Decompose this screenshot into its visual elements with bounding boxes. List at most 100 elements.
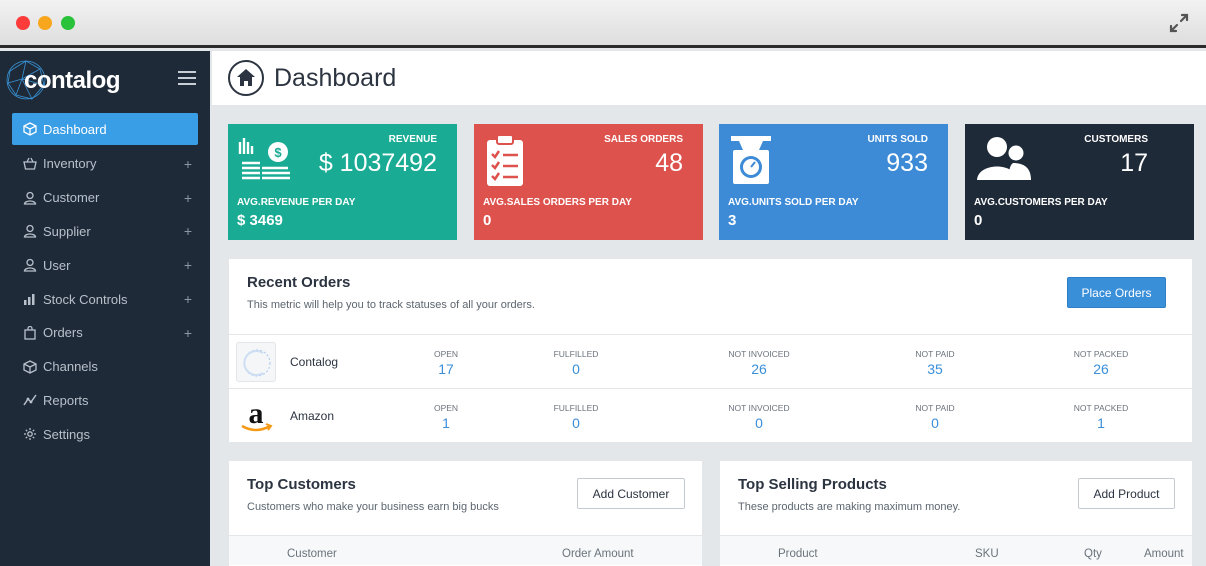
expand-plus-icon[interactable]: + [184,325,192,341]
bag-icon [23,325,37,340]
menu-toggle-icon[interactable] [178,71,196,85]
table-row[interactable]: a Amazon OPEN 1 FULFILLED 0 NOT INVOICED 0 NOT P… [229,388,1194,442]
add-customer-button[interactable]: Add Customer [577,478,685,509]
metric-value[interactable]: 0 [531,415,621,431]
user-icon [23,258,37,272]
order-metric-fulfilled[interactable]: FULFILLED 0 [531,403,621,431]
place-orders-button[interactable]: Place Orders [1067,277,1166,308]
column-header-order-amount[interactable]: Order Amount [562,548,634,560]
expand-plus-icon[interactable]: + [184,291,192,307]
column-header-customer[interactable]: Customer [287,548,337,560]
amazon-logo-icon: a [236,396,276,436]
sidebar-item-label: Stock Controls [43,291,128,307]
cube-icon [23,122,37,136]
metric-value[interactable]: 1 [1056,415,1146,431]
top-products-panel: Top Selling Products These products are … [719,460,1193,566]
stat-label: SALES ORDERS [604,134,683,145]
recent-orders-subtitle: This metric will help you to track statu… [247,299,535,311]
order-metric-open[interactable]: OPEN 17 [401,349,491,377]
column-header-amount[interactable]: Amount [1144,548,1184,560]
sidebar-item-inventory[interactable]: Inventory + [12,147,198,181]
top-customers-table-header: Customer Order Amount [229,535,702,565]
sidebar-item-customer[interactable]: Customer + [12,181,198,215]
stat-sub-label: AVG.SALES ORDERS PER DAY [483,197,632,208]
money-stack-icon: $ [238,134,298,187]
stat-label: CUSTOMERS [1084,134,1148,145]
metric-value[interactable]: 26 [714,361,804,377]
stat-sub-value: 0 [974,212,983,229]
logo-text: contalog [24,67,121,94]
order-metric-not-invoiced[interactable]: NOT INVOICED 26 [714,349,804,377]
contalog-logo-icon [236,342,276,382]
metric-value[interactable]: 0 [714,415,804,431]
expand-plus-icon[interactable]: + [184,156,192,172]
order-metric-not-packed[interactable]: NOT PACKED 26 [1056,349,1146,377]
order-metric-not-paid[interactable]: NOT PAID 0 [890,403,980,431]
gear-icon [23,427,37,441]
channel-name: Amazon [290,409,335,423]
sidebar-item-dashboard[interactable]: Dashboard [12,113,198,145]
metric-value[interactable]: 17 [401,361,491,377]
column-header-product[interactable]: Product [778,548,818,560]
column-header-qty[interactable]: Qty [1084,548,1102,560]
top-products-title: Top Selling Products [738,476,887,493]
stat-card-revenue[interactable]: $ REVENUE $ 1037492 AVG.REVENUE PER DAY $ 34… [228,124,457,240]
metric-value[interactable]: 1 [401,415,491,431]
stat-card-customers[interactable]: CUSTOMERS 17 AVG.CUSTOMERS PER DAY 0 [965,124,1194,240]
metric-value[interactable]: 0 [890,415,980,431]
sidebar-item-reports[interactable]: Reports [12,384,198,418]
minimize-window-button[interactable] [38,16,52,30]
close-window-button[interactable] [16,16,30,30]
top-customers-panel: Top Customers Customers who make your bu… [228,460,703,566]
sidebar-item-settings[interactable]: Settings [12,417,198,451]
fullscreen-icon[interactable] [1168,12,1190,34]
metric-label: NOT PACKED [1073,403,1129,413]
order-metric-not-packed[interactable]: NOT PACKED 1 [1056,403,1146,431]
stat-sub-value: 0 [483,212,492,229]
stat-card-sales-orders[interactable]: SALES ORDERS 48 AVG.SALES ORDERS PER DAY 0 [474,124,703,240]
order-metric-fulfilled[interactable]: FULFILLED 0 [531,349,621,377]
basket-icon [23,157,37,171]
stat-label: REVENUE [388,134,437,145]
svg-text:a: a [249,397,264,430]
table-row[interactable]: Contalog OPEN 17 FULFILLED 0 NOT INVOICED 26 NO… [229,334,1194,388]
user-icon [23,224,37,239]
sidebar-item-channels[interactable]: Channels [12,350,198,384]
sidebar-item-user[interactable]: User + [12,248,198,282]
stat-value: $ 1037492 [318,149,437,177]
stat-value: 933 [886,149,928,177]
sidebar-item-orders[interactable]: Orders + [12,316,198,350]
metric-label: NOT INVOICED [728,403,790,413]
stat-sub-value: $ 3469 [237,212,283,229]
metric-label: NOT PAID [915,349,955,359]
sidebar-item-supplier[interactable]: Supplier + [12,215,198,249]
bar-chart-icon [23,292,37,306]
recent-orders-panel: Recent Orders This metric will help you … [228,258,1194,443]
stat-card-units-sold[interactable]: UNITS SOLD 933 AVG.UNITS SOLD PER DAY 3 [719,124,948,240]
sidebar-item-label: Channels [43,359,98,375]
sidebar-item-stock-controls[interactable]: Stock Controls + [12,282,198,316]
order-metric-open[interactable]: OPEN 1 [401,403,491,431]
recent-orders-title: Recent Orders [247,274,351,291]
line-chart-icon [23,393,37,407]
sidebar-item-label: User [43,257,71,273]
order-metric-not-paid[interactable]: NOT PAID 35 [890,349,980,377]
metric-value[interactable]: 0 [531,361,621,377]
expand-plus-icon[interactable]: + [184,257,192,273]
metric-value[interactable]: 26 [1056,361,1146,377]
metric-label: NOT PAID [915,403,955,413]
metric-value[interactable]: 35 [890,361,980,377]
expand-plus-icon[interactable]: + [184,190,192,206]
stat-value: 17 [1120,149,1148,177]
app-logo[interactable]: contalog [4,57,204,103]
expand-plus-icon[interactable]: + [184,223,192,239]
maximize-window-button[interactable] [61,16,75,30]
column-header-sku[interactable]: SKU [975,548,999,560]
order-metric-not-invoiced[interactable]: NOT INVOICED 0 [714,403,804,431]
home-icon[interactable] [228,60,264,96]
sidebar-nav: Dashboard Inventory + Customer + Supplier + Use… [0,113,210,451]
add-product-button[interactable]: Add Product [1078,478,1175,509]
sidebar-item-label: Dashboard [43,121,107,137]
top-products-subtitle: These products are making maximum money. [738,501,961,513]
user-icon [23,191,37,205]
